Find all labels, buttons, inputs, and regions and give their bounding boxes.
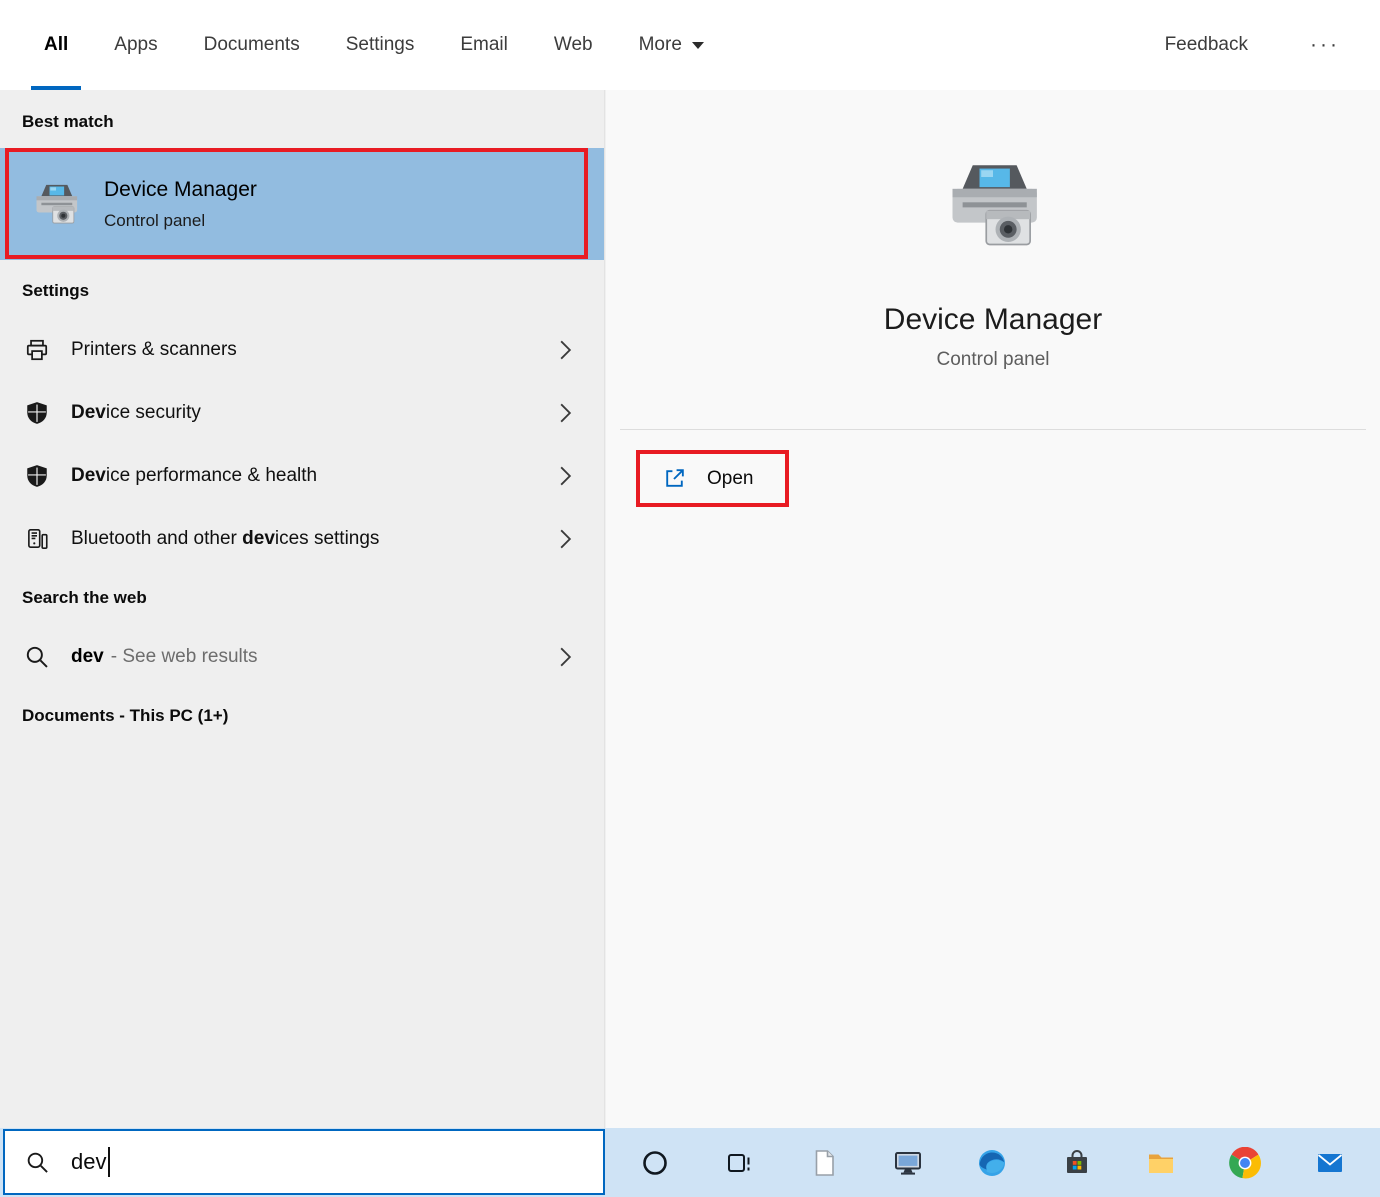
result-label: dev- See web results [71,646,258,668]
overflow-menu-button[interactable]: ··· [1310,0,1340,90]
chevron-right-icon [559,402,580,424]
device-manager-icon [30,180,82,228]
annotation-box-best-match [5,148,588,259]
devices-icon [24,526,50,552]
best-match-subtitle: Control panel [104,211,257,231]
windows-search-panel: All Apps Documents Settings Email Web Mo… [0,0,1380,1197]
tab-more[interactable]: More [639,0,705,90]
task-view-icon[interactable] [719,1143,759,1183]
result-bluetooth-devices-settings[interactable]: Bluetooth and other devices settings [0,507,604,570]
chrome-icon[interactable] [1225,1143,1265,1183]
store-icon[interactable] [1057,1143,1097,1183]
text-cursor [108,1147,110,1177]
search-web-header: Search the web [22,588,604,608]
best-match-result[interactable]: Device Manager Control panel [0,148,604,260]
cortana-icon[interactable] [635,1143,675,1183]
settings-results: Printers & scanners Device security De [0,318,604,570]
results-pane: Best match Device Manager Control panel … [0,90,605,1128]
preview-divider [620,429,1366,430]
tab-web[interactable]: Web [554,0,593,90]
preview-pane: Device Manager Control panel Open [606,90,1380,1128]
tab-settings-label: Settings [346,34,415,56]
open-action-button[interactable]: Open [636,450,789,507]
chevron-right-icon [559,339,580,361]
result-web-search[interactable]: dev- See web results [0,625,604,688]
search-input-value: dev [71,1149,106,1175]
tab-web-label: Web [554,34,593,56]
best-match-title: Device Manager [104,178,257,202]
feedback-button[interactable]: Feedback [1165,0,1248,90]
result-device-performance-health[interactable]: Device performance & health [0,444,604,507]
tab-email[interactable]: Email [460,0,508,90]
result-device-security[interactable]: Device security [0,381,604,444]
preview-subtitle: Control panel [606,349,1380,371]
document-icon[interactable] [804,1143,844,1183]
edge-icon[interactable] [972,1143,1012,1183]
chevron-right-icon [559,528,580,550]
chevron-right-icon [559,465,580,487]
result-label: Device security [71,402,201,424]
external-link-icon [662,466,687,491]
folder-icon[interactable] [1141,1143,1181,1183]
best-match-header: Best match [22,90,604,132]
open-label: Open [707,468,753,490]
search-icon [25,1150,50,1175]
device-manager-icon-large [939,154,1047,254]
documents-header[interactable]: Documents - This PC (1+) [22,706,604,726]
preview-title: Device Manager [606,303,1380,337]
settings-header: Settings [22,281,604,301]
tab-documents-label: Documents [204,34,300,56]
shield-icon [24,400,50,426]
search-input-box[interactable]: dev [3,1129,605,1195]
chevron-right-icon [559,646,580,668]
tab-more-label: More [639,34,682,56]
result-label: Device performance & health [71,465,317,487]
search-filter-bar: All Apps Documents Settings Email Web Mo… [0,0,1380,90]
printer-icon [24,337,50,363]
tab-documents[interactable]: Documents [204,0,300,90]
best-match-text: Device Manager Control panel [104,178,257,231]
tab-settings[interactable]: Settings [346,0,415,90]
preview-summary: Device Manager Control panel [606,90,1380,371]
tab-all[interactable]: All [44,0,68,90]
tab-apps-label: Apps [114,34,157,56]
taskbar-icons [605,1128,1380,1197]
mail-icon[interactable] [1310,1143,1350,1183]
result-label: Printers & scanners [71,339,237,361]
result-label: Bluetooth and other devices settings [71,528,379,550]
tab-email-label: Email [460,34,508,56]
tab-all-label: All [44,34,68,56]
search-icon [24,644,50,670]
tab-apps[interactable]: Apps [114,0,157,90]
shield-icon [24,463,50,489]
result-printers-scanners[interactable]: Printers & scanners [0,318,604,381]
pc-icon[interactable] [888,1143,928,1183]
chevron-down-icon [691,41,705,50]
